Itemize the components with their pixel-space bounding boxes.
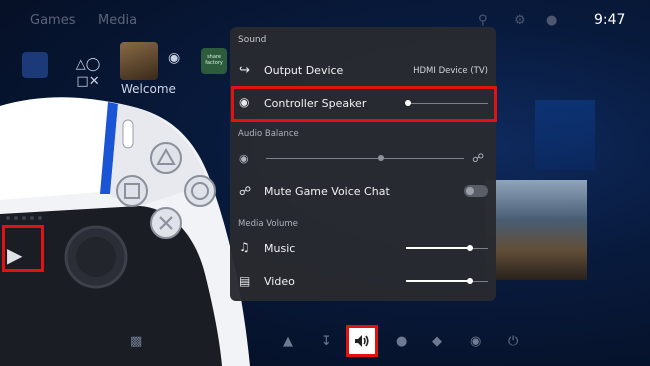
controller-icon[interactable]: ◆ [432, 334, 442, 349]
controller-speaker-highlight [231, 86, 497, 122]
avatar-icon[interactable]: ● [546, 13, 557, 28]
sound-panel: Sound ↪ Output Device HDMI Device (TV) ◉… [230, 27, 496, 301]
avatar-icon[interactable]: ◉ [470, 334, 481, 349]
game-preview-image [485, 180, 587, 280]
mic-icon[interactable]: ● [396, 334, 407, 349]
share-factory-tile[interactable]: share factory [201, 48, 227, 74]
search-icon[interactable]: ⚲ [478, 13, 488, 28]
mailbox-icon[interactable]: ▩ [130, 334, 142, 349]
clock: 9:47 [594, 12, 626, 28]
game-tile[interactable] [120, 42, 158, 80]
panel-title: Sound [238, 35, 267, 45]
video-slider-fill [406, 280, 470, 282]
output-device-label[interactable]: Output Device [264, 64, 343, 77]
video-slider-thumb[interactable] [466, 278, 473, 284]
video-label[interactable]: Video [264, 275, 295, 288]
music-label[interactable]: Music [264, 242, 295, 255]
tab-media[interactable]: Media [98, 13, 137, 28]
game-icon[interactable]: ▲ [283, 334, 293, 349]
ps-button-highlight [2, 225, 44, 272]
settings-icon[interactable]: ⚙ [514, 13, 526, 28]
download-icon[interactable]: ↧ [321, 334, 332, 349]
sound-icon [355, 335, 369, 347]
output-device-value[interactable]: HDMI Device (TV) [413, 66, 488, 76]
music-slider-fill [406, 247, 470, 249]
controller-icon: ◉ [239, 152, 249, 165]
tab-games[interactable]: Games [30, 13, 75, 28]
music-slider-thumb[interactable] [466, 245, 473, 251]
mute-game-voice-label[interactable]: Mute Game Voice Chat [264, 185, 390, 198]
sound-button[interactable] [346, 325, 378, 357]
media-gallery-tile[interactable]: ◉ [168, 50, 190, 72]
ps-store-tile[interactable] [22, 52, 48, 78]
background-glow [535, 100, 595, 170]
audio-balance-label: Audio Balance [238, 129, 299, 139]
film-icon: ▤ [239, 274, 251, 288]
audio-balance-slider-thumb[interactable] [377, 155, 384, 161]
headset-icon: ☍ [472, 151, 485, 165]
output-device-icon: ↪ [239, 63, 250, 78]
headset-icon: ☍ [239, 184, 252, 198]
power-icon[interactable]: ⏻ [508, 334, 518, 349]
mute-game-voice-toggle[interactable] [464, 185, 488, 197]
media-volume-label: Media Volume [238, 219, 298, 229]
music-note-icon: ♫ [239, 240, 250, 254]
audio-balance-slider-track[interactable] [266, 158, 464, 159]
toggle-knob [466, 187, 474, 195]
